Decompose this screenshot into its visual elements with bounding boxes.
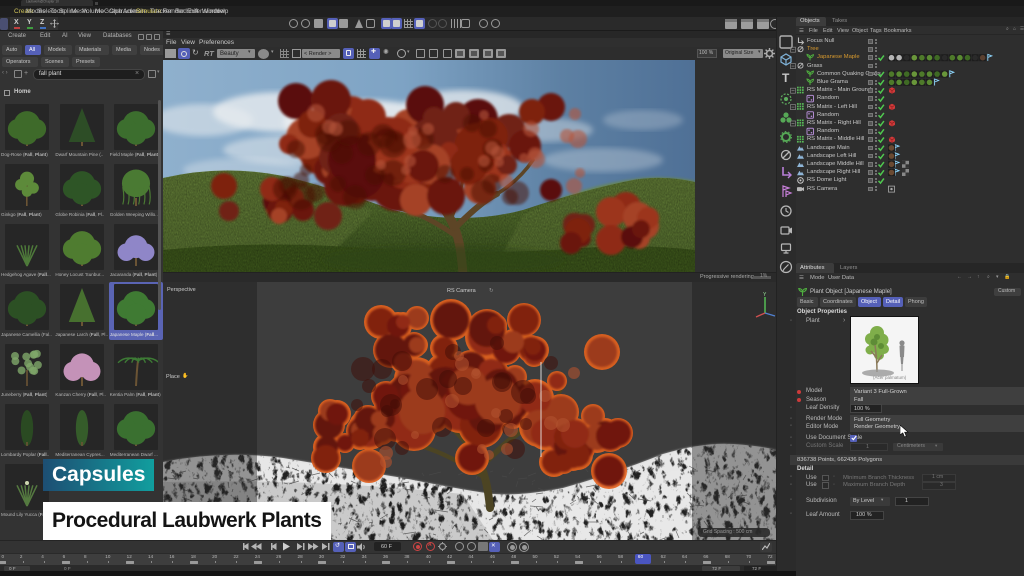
svg-text:(Acer palmatum): (Acer palmatum) bbox=[873, 375, 907, 380]
